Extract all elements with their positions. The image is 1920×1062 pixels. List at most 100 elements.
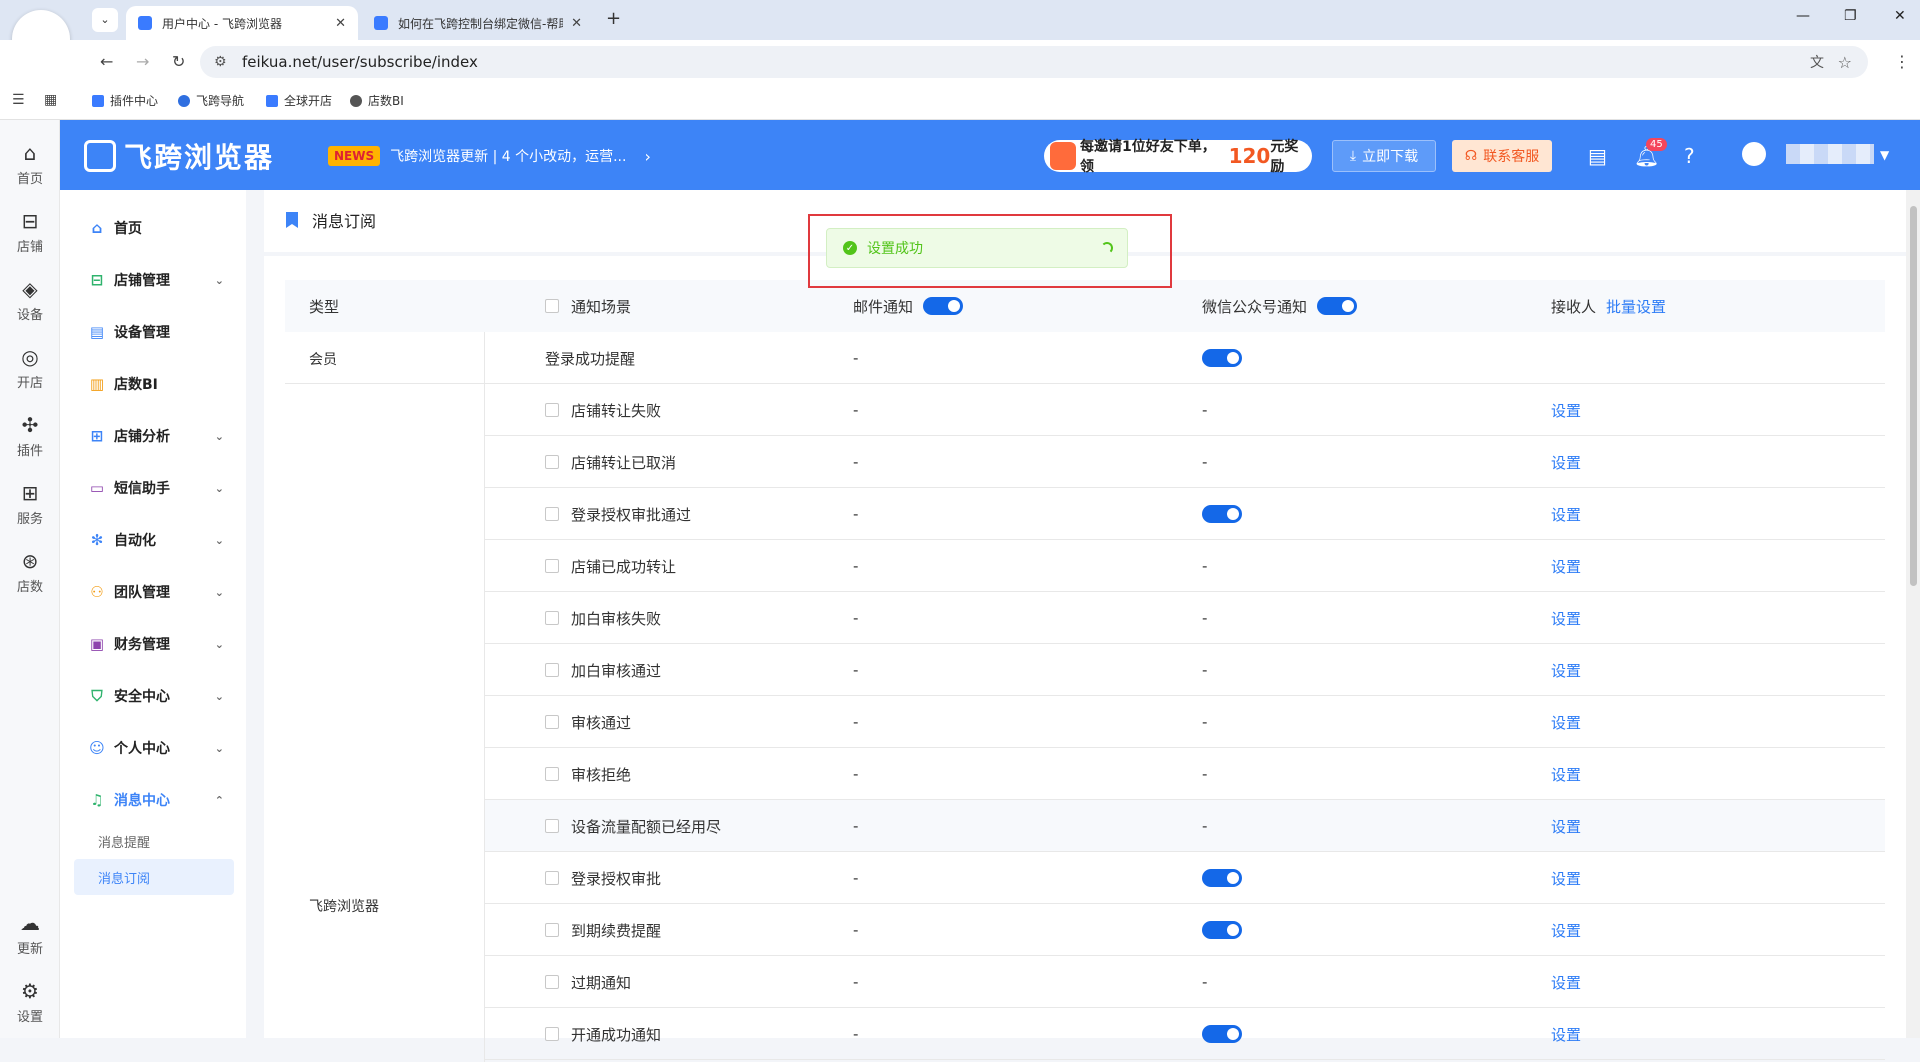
- nav-item-automation[interactable]: ✻ 自动化 ⌄: [60, 520, 246, 560]
- tab-search-button[interactable]: ⌄: [92, 8, 118, 32]
- settings-link[interactable]: 设置: [1551, 436, 1581, 488]
- invite-banner[interactable]: 每邀请1位好友下单，领 120 元奖励: [1044, 139, 1312, 175]
- tab-user-center[interactable]: 用户中心 - 飞跨浏览器 ✕: [126, 6, 358, 40]
- nav-item-team[interactable]: ⚇ 团队管理 ⌄: [60, 572, 246, 612]
- wechat-toggle[interactable]: [1202, 505, 1242, 523]
- bookmark-item[interactable]: 插件中心: [92, 92, 158, 109]
- support-button[interactable]: ☊ 联系客服: [1452, 140, 1552, 172]
- table-row: 登录授权审批通过 - 设置: [485, 488, 1885, 540]
- tab-close-icon[interactable]: ✕: [571, 16, 582, 31]
- row-checkbox[interactable]: [545, 663, 559, 677]
- back-icon[interactable]: ←: [100, 52, 113, 71]
- help-icon[interactable]: ?: [1684, 144, 1695, 168]
- settings-link[interactable]: 设置: [1551, 800, 1581, 852]
- rail-item-device[interactable]: ◈ 设备: [0, 278, 60, 323]
- row-checkbox[interactable]: [545, 923, 559, 937]
- settings-link[interactable]: 设置: [1551, 644, 1581, 696]
- url-input[interactable]: ⚙ feikua.net/user/subscribe/index 文 ☆: [200, 46, 1868, 78]
- restore-icon[interactable]: ❐: [1844, 8, 1857, 24]
- settings-link[interactable]: 设置: [1551, 852, 1581, 904]
- close-window-icon[interactable]: ✕: [1894, 8, 1906, 24]
- news-ticker[interactable]: NEWS 飞跨浏览器更新 | 4 个小改动，运营... ›: [328, 145, 651, 167]
- reload-icon[interactable]: ↻: [172, 52, 185, 71]
- scrollbar-thumb[interactable]: [1910, 206, 1917, 586]
- settings-link[interactable]: 设置: [1551, 384, 1581, 436]
- tab-close-icon[interactable]: ✕: [335, 16, 346, 31]
- settings-link[interactable]: 设置: [1551, 956, 1581, 1008]
- tab-favicon-icon: [138, 16, 152, 30]
- nav-item-messages[interactable]: ♫ 消息中心 ⌃: [60, 780, 246, 820]
- rail-item-update[interactable]: ☁ 更新: [0, 912, 60, 957]
- row-checkbox[interactable]: [545, 1027, 559, 1041]
- settings-link[interactable]: 设置: [1551, 748, 1581, 800]
- nav-item-security[interactable]: ⛉ 安全中心 ⌄: [60, 676, 246, 716]
- rail-item-store[interactable]: ⊟ 店铺: [0, 210, 60, 255]
- nav-item-sms[interactable]: ▭ 短信助手 ⌄: [60, 468, 246, 508]
- wechat-cell: -: [1202, 661, 1208, 679]
- chevron-right-icon[interactable]: ›: [644, 147, 650, 166]
- bookmark-item[interactable]: 全球开店: [266, 92, 332, 109]
- rail-item-bi[interactable]: ⊛ 店数: [0, 550, 60, 595]
- row-checkbox[interactable]: [545, 767, 559, 781]
- brand-logo[interactable]: 飞跨浏览器: [84, 136, 274, 176]
- settings-link[interactable]: 设置: [1551, 1008, 1581, 1060]
- settings-link[interactable]: 设置: [1551, 904, 1581, 956]
- chevron-down-icon: ⌄: [214, 585, 224, 599]
- row-checkbox[interactable]: [545, 559, 559, 573]
- row-checkbox[interactable]: [545, 975, 559, 989]
- translate-icon[interactable]: 文: [1810, 52, 1824, 72]
- row-checkbox[interactable]: [545, 715, 559, 729]
- rail-item-open[interactable]: ◎ 开店: [0, 346, 60, 391]
- nav-item-store-mgmt[interactable]: ⊟ 店铺管理 ⌄: [60, 260, 246, 300]
- wechat-toggle[interactable]: [1202, 349, 1242, 367]
- menu-icon[interactable]: ⋮: [1894, 52, 1910, 71]
- site-info-icon[interactable]: ⚙: [214, 54, 227, 70]
- sidebar-toggle-icon[interactable]: ☰: [12, 92, 25, 108]
- avatar[interactable]: [1742, 142, 1766, 166]
- tab-help[interactable]: 如何在飞跨控制台绑定微信-帮助 ✕: [362, 6, 594, 40]
- wechat-toggle[interactable]: [1202, 869, 1242, 887]
- email-cell: -: [853, 453, 859, 471]
- chevron-down-icon[interactable]: ▼: [1880, 148, 1889, 162]
- sub-item-message-alerts[interactable]: 消息提醒: [74, 823, 234, 859]
- nav-item-device-mgmt[interactable]: ▤ 设备管理: [60, 312, 246, 352]
- batch-settings-link[interactable]: 批量设置: [1606, 296, 1666, 317]
- table-row: 店铺已成功转让 - - 设置: [485, 540, 1885, 592]
- rail-item-service[interactable]: ⊞ 服务: [0, 482, 60, 527]
- nav-item-profile[interactable]: ☺ 个人中心 ⌄: [60, 728, 246, 768]
- rail-item-home[interactable]: ⌂ 首页: [0, 142, 60, 187]
- wechat-master-toggle[interactable]: [1317, 297, 1358, 315]
- download-button[interactable]: ⤓ 立即下载: [1332, 140, 1436, 172]
- nav-item-home[interactable]: ⌂ 首页: [60, 208, 246, 248]
- settings-link[interactable]: 设置: [1551, 488, 1581, 540]
- email-master-toggle[interactable]: [923, 297, 964, 315]
- bookmark-item[interactable]: 店数BI: [350, 92, 404, 109]
- rail-item-plugin[interactable]: ✣ 插件: [0, 414, 60, 459]
- document-icon[interactable]: ▤: [1588, 144, 1607, 168]
- settings-link[interactable]: 设置: [1551, 540, 1581, 592]
- nav-item-store-analysis[interactable]: ⊞ 店铺分析 ⌄: [60, 416, 246, 456]
- new-tab-button[interactable]: +: [606, 8, 621, 29]
- row-checkbox[interactable]: [545, 403, 559, 417]
- settings-link[interactable]: 设置: [1551, 696, 1581, 748]
- bookmark-star-icon[interactable]: ☆: [1838, 53, 1852, 72]
- rail-item-settings[interactable]: ⚙ 设置: [0, 980, 60, 1025]
- bookmark-item[interactable]: 飞跨导航: [178, 92, 244, 109]
- username-blurred[interactable]: [1786, 144, 1874, 164]
- settings-link[interactable]: 设置: [1551, 592, 1581, 644]
- sub-item-message-subscribe[interactable]: 消息订阅: [74, 859, 234, 895]
- forward-icon[interactable]: →: [136, 52, 149, 71]
- wechat-toggle[interactable]: [1202, 1025, 1242, 1043]
- row-checkbox[interactable]: [545, 611, 559, 625]
- apps-icon[interactable]: ▦: [44, 92, 57, 108]
- row-checkbox[interactable]: [545, 871, 559, 885]
- row-checkbox[interactable]: [545, 819, 559, 833]
- email-cell: -: [853, 713, 859, 731]
- minimize-icon[interactable]: —: [1796, 8, 1810, 24]
- row-checkbox[interactable]: [545, 507, 559, 521]
- wechat-toggle[interactable]: [1202, 921, 1242, 939]
- row-checkbox[interactable]: [545, 455, 559, 469]
- select-all-checkbox[interactable]: [545, 299, 559, 313]
- nav-item-finance[interactable]: ▣ 财务管理 ⌄: [60, 624, 246, 664]
- nav-item-bi[interactable]: ▥ 店数BI: [60, 364, 246, 404]
